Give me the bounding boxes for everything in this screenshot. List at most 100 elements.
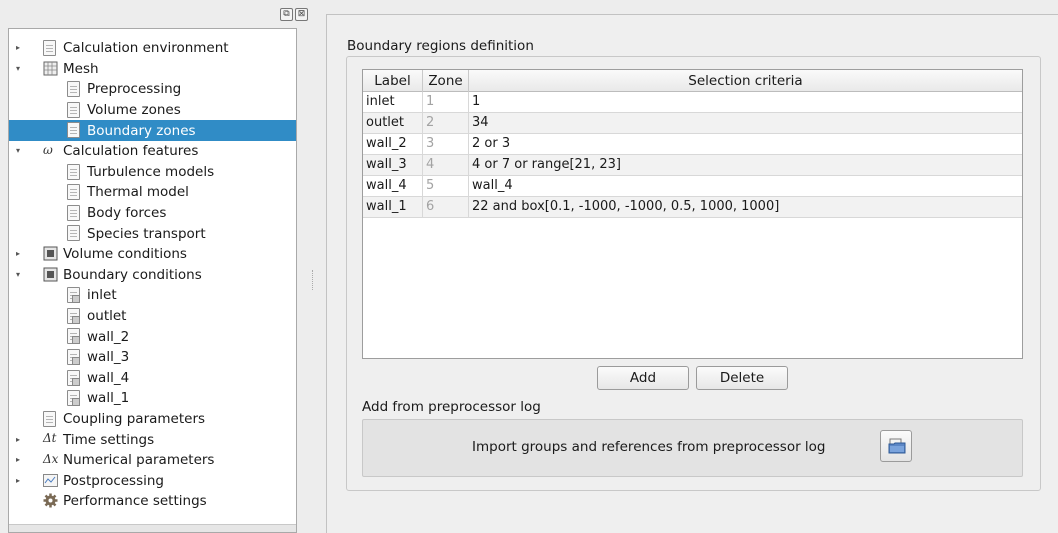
expand-arrow-icon[interactable]: ▸	[13, 435, 23, 445]
add-button[interactable]: Add	[597, 366, 689, 390]
group-title: Boundary regions definition	[347, 38, 534, 54]
tree-item[interactable]: ▸ Postprocessing	[9, 471, 296, 492]
import-text: Import groups and references from prepro…	[472, 439, 826, 455]
tree-item[interactable]: Thermal model	[9, 182, 296, 203]
tree-item[interactable]: ▸ Δt Time settings	[9, 429, 296, 450]
document-icon	[67, 81, 82, 98]
collapse-arrow-icon[interactable]: ▾	[13, 64, 23, 74]
cell-label[interactable]: wall_1	[363, 197, 423, 217]
expand-arrow-icon[interactable]: ▸	[13, 43, 23, 53]
float-icon[interactable]: ⧉	[280, 8, 293, 21]
table-row[interactable]: inlet 1 1	[363, 92, 1022, 113]
cell-zone[interactable]: 3	[423, 134, 469, 154]
table-row[interactable]: wall_3 4 4 or 7 or range[21, 23]	[363, 155, 1022, 176]
cell-label[interactable]: wall_3	[363, 155, 423, 175]
cell-selection-criteria[interactable]: 2 or 3	[469, 134, 1022, 154]
volume-icon	[43, 246, 58, 262]
table-row[interactable]: wall_1 6 22 and box[0.1, -1000, -1000, 0.5…	[363, 197, 1022, 218]
expand-arrow-icon[interactable]: ▸	[13, 249, 23, 259]
collapse-arrow-icon[interactable]: ▾	[13, 270, 23, 280]
tree-item[interactable]: ▸ Volume conditions	[9, 244, 296, 265]
document-icon	[67, 287, 82, 304]
tree-item[interactable]: Performance settings	[9, 491, 296, 512]
tree-item[interactable]: Preprocessing	[9, 79, 296, 100]
tree-item[interactable]: ▾ ω Calculation features	[9, 141, 296, 162]
navigation-tree[interactable]: ▸ Calculation environment ▾ Mesh Preprocessi…	[8, 28, 297, 533]
tree-item-label: Performance settings	[63, 493, 207, 510]
cell-selection-criteria[interactable]: 1	[469, 92, 1022, 112]
document-icon	[67, 369, 82, 386]
tree-item[interactable]: ▸ Δx Numerical parameters	[9, 450, 296, 471]
splitter-handle[interactable]	[312, 270, 314, 290]
tree-item[interactable]: inlet	[9, 285, 296, 306]
cell-selection-criteria[interactable]: 4 or 7 or range[21, 23]	[469, 155, 1022, 175]
tree-item-label: Coupling parameters	[63, 411, 206, 428]
document-icon	[67, 122, 82, 139]
tree-item[interactable]: Species transport	[9, 223, 296, 244]
tree-item[interactable]: wall_3	[9, 347, 296, 368]
tree-item-label: Preprocessing	[87, 81, 182, 98]
boundary-regions-table[interactable]: Label Zone Selection criteria inlet 1 1 out…	[362, 69, 1023, 359]
cell-selection-criteria[interactable]: wall_4	[469, 176, 1022, 196]
tree-item[interactable]: Coupling parameters	[9, 409, 296, 430]
tree-item[interactable]: ▸ Calculation environment	[9, 38, 296, 59]
tree-item-label: Mesh	[63, 60, 99, 77]
tree-item-label: inlet	[87, 287, 117, 304]
expand-arrow-icon[interactable]: ▸	[13, 476, 23, 486]
close-icon[interactable]: ⊠	[295, 8, 308, 21]
tree-item-label: Numerical parameters	[63, 452, 215, 469]
tree-item[interactable]: ▾ Boundary conditions	[9, 265, 296, 286]
cell-zone[interactable]: 1	[423, 92, 469, 112]
tree-item-label: Calculation environment	[63, 40, 229, 57]
cell-label[interactable]: wall_2	[363, 134, 423, 154]
tree-item-label: wall_2	[87, 328, 130, 345]
tree-item[interactable]: wall_2	[9, 326, 296, 347]
folder-icon	[888, 438, 906, 454]
header-selection-criteria[interactable]: Selection criteria	[469, 70, 1022, 92]
mesh-icon	[43, 61, 58, 77]
cell-zone[interactable]: 6	[423, 197, 469, 217]
header-label[interactable]: Label	[363, 70, 423, 92]
header-zone[interactable]: Zone	[423, 70, 469, 92]
tree-item[interactable]: outlet	[9, 306, 296, 327]
tree-item[interactable]: wall_4	[9, 368, 296, 389]
table-row[interactable]: wall_2 3 2 or 3	[363, 134, 1022, 155]
document-icon	[43, 40, 58, 56]
horizontal-scrollbar[interactable]	[9, 524, 296, 532]
table-row[interactable]: outlet 2 34	[363, 113, 1022, 134]
document-icon	[67, 225, 82, 242]
cell-zone[interactable]: 4	[423, 155, 469, 175]
tree-item-label: wall_3	[87, 349, 130, 366]
collapse-arrow-icon[interactable]: ▾	[13, 146, 23, 156]
tree-item-label: Volume conditions	[63, 246, 187, 263]
document-icon	[67, 390, 82, 407]
preprocessor-section-label: Add from preprocessor log	[362, 399, 541, 415]
cell-zone[interactable]: 5	[423, 176, 469, 196]
tree-item[interactable]: Body forces	[9, 203, 296, 224]
tree-item-label: wall_1	[87, 390, 130, 407]
import-button[interactable]	[880, 430, 912, 462]
cell-selection-criteria[interactable]: 22 and box[0.1, -1000, -1000, 0.5, 1000,…	[469, 197, 1022, 217]
tree-item-label: Volume zones	[87, 102, 181, 119]
cell-label[interactable]: wall_4	[363, 176, 423, 196]
document-icon	[43, 410, 58, 427]
tree-item[interactable]: ▾ Mesh	[9, 59, 296, 80]
dock-title-buttons: ⧉ ⊠	[280, 8, 308, 22]
tree-item-label: Boundary zones	[87, 122, 196, 139]
table-row[interactable]: wall_4 5 wall_4	[363, 176, 1022, 197]
cell-label[interactable]: outlet	[363, 113, 423, 133]
tree-item[interactable]: Turbulence models	[9, 162, 296, 183]
table-header: Label Zone Selection criteria	[363, 70, 1022, 92]
cell-zone[interactable]: 2	[423, 113, 469, 133]
boundary-icon	[43, 267, 58, 283]
chart-icon	[43, 473, 58, 489]
delete-button[interactable]: Delete	[696, 366, 788, 390]
cell-label[interactable]: inlet	[363, 92, 423, 112]
document-icon	[67, 349, 82, 365]
tree-item[interactable]: Volume zones	[9, 100, 296, 121]
expand-arrow-icon[interactable]: ▸	[13, 455, 23, 465]
tree-item[interactable]: wall_1	[9, 388, 296, 409]
tree-item-label: Turbulence models	[87, 163, 215, 180]
tree-item[interactable]: Boundary zones	[9, 120, 296, 141]
cell-selection-criteria[interactable]: 34	[469, 113, 1022, 133]
